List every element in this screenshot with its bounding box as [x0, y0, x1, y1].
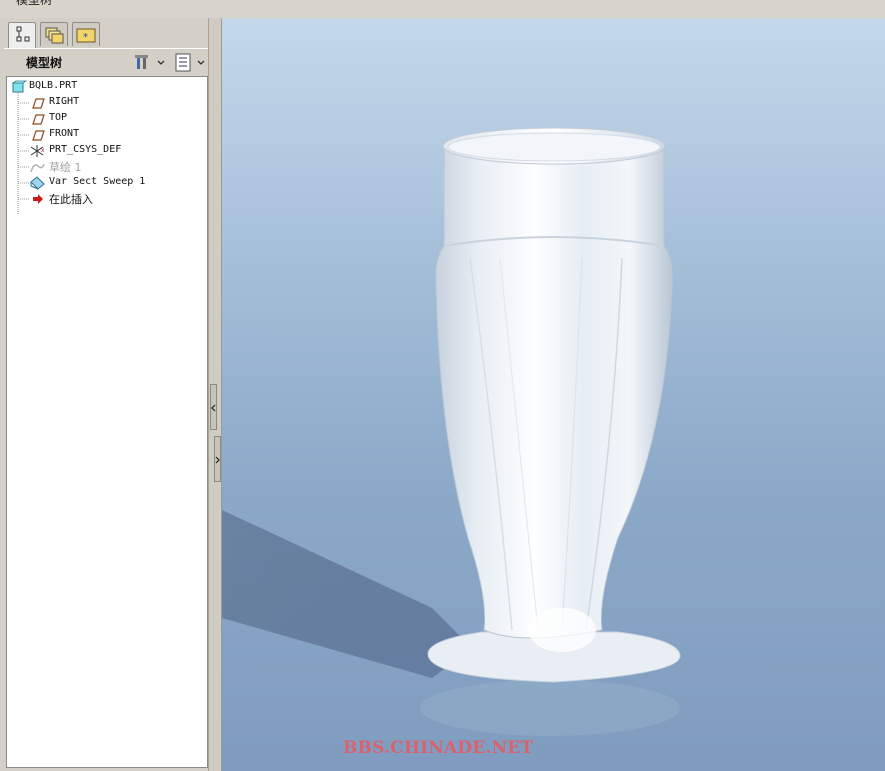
tree-item-front[interactable]: FRONT [7, 127, 207, 143]
datum-plane-icon [32, 114, 45, 125]
model-tree-tab[interactable] [8, 22, 36, 48]
tree-item-label: 草绘 1 [49, 161, 82, 174]
panel-splitter[interactable] [208, 18, 222, 771]
panel-title: 模型树 [26, 56, 63, 70]
tree-icon [16, 26, 30, 42]
chevron-right-icon [215, 456, 220, 464]
tree-item-label: PRT_CSYS_DEF [49, 144, 122, 155]
tree-item-insert-here[interactable]: 在此插入 [7, 191, 207, 207]
tree-item-label: TOP [49, 112, 68, 123]
show-menu-icon[interactable] [174, 53, 208, 73]
svg-text:*: * [83, 32, 88, 43]
chevron-left-icon [211, 404, 216, 412]
star-folder-icon: * [76, 28, 96, 43]
coordinate-system-icon: x [30, 145, 45, 157]
window-title-bar: 模型树 [0, 0, 885, 18]
tree-item-right[interactable]: RIGHT [7, 95, 207, 111]
tree-item-sweep[interactable]: Var Sect Sweep 1 [7, 175, 207, 191]
model-reflection [420, 680, 680, 736]
sweep-feature-icon [30, 176, 45, 190]
insert-here-arrow-icon [33, 194, 43, 204]
tree-item-label: RIGHT [49, 96, 80, 107]
model-tree-header: 模型树 [4, 48, 209, 75]
navigator-panel: * 模型树 BQLB.PRT RIGHT TOP FRONT x PRT_CSY… [0, 18, 212, 771]
tree-item-label: 在此插入 [49, 193, 93, 206]
favorites-tab[interactable]: * [72, 22, 100, 46]
sketch-icon [30, 163, 45, 173]
tree-item-label: FRONT [49, 128, 80, 139]
tree-item-sketch[interactable]: 草绘 1 [7, 159, 207, 175]
model-render [222, 127, 681, 736]
graphics-viewport[interactable]: BBS.CHINADE.NET [222, 18, 885, 771]
tree-item-top[interactable]: TOP [7, 111, 207, 127]
collapse-left-handle[interactable] [210, 384, 217, 430]
model-tree: BQLB.PRT RIGHT TOP FRONT x PRT_CSYS_DEF … [6, 76, 208, 768]
forum-watermark: BBS.CHINADE.NET [343, 738, 534, 758]
datum-plane-icon [32, 130, 45, 141]
expand-right-handle[interactable] [214, 436, 221, 482]
window-title: 模型树 [16, 0, 53, 7]
tree-item-label: Var Sect Sweep 1 [49, 176, 146, 187]
glass-body [435, 145, 673, 639]
tree-item-csys[interactable]: x PRT_CSYS_DEF [7, 143, 207, 159]
layers-icon [45, 27, 64, 44]
datum-plane-icon [32, 98, 45, 109]
svg-text:x: x [41, 147, 45, 154]
folder-browser-tab[interactable] [40, 22, 68, 46]
settings-tools-icon[interactable] [134, 53, 168, 73]
